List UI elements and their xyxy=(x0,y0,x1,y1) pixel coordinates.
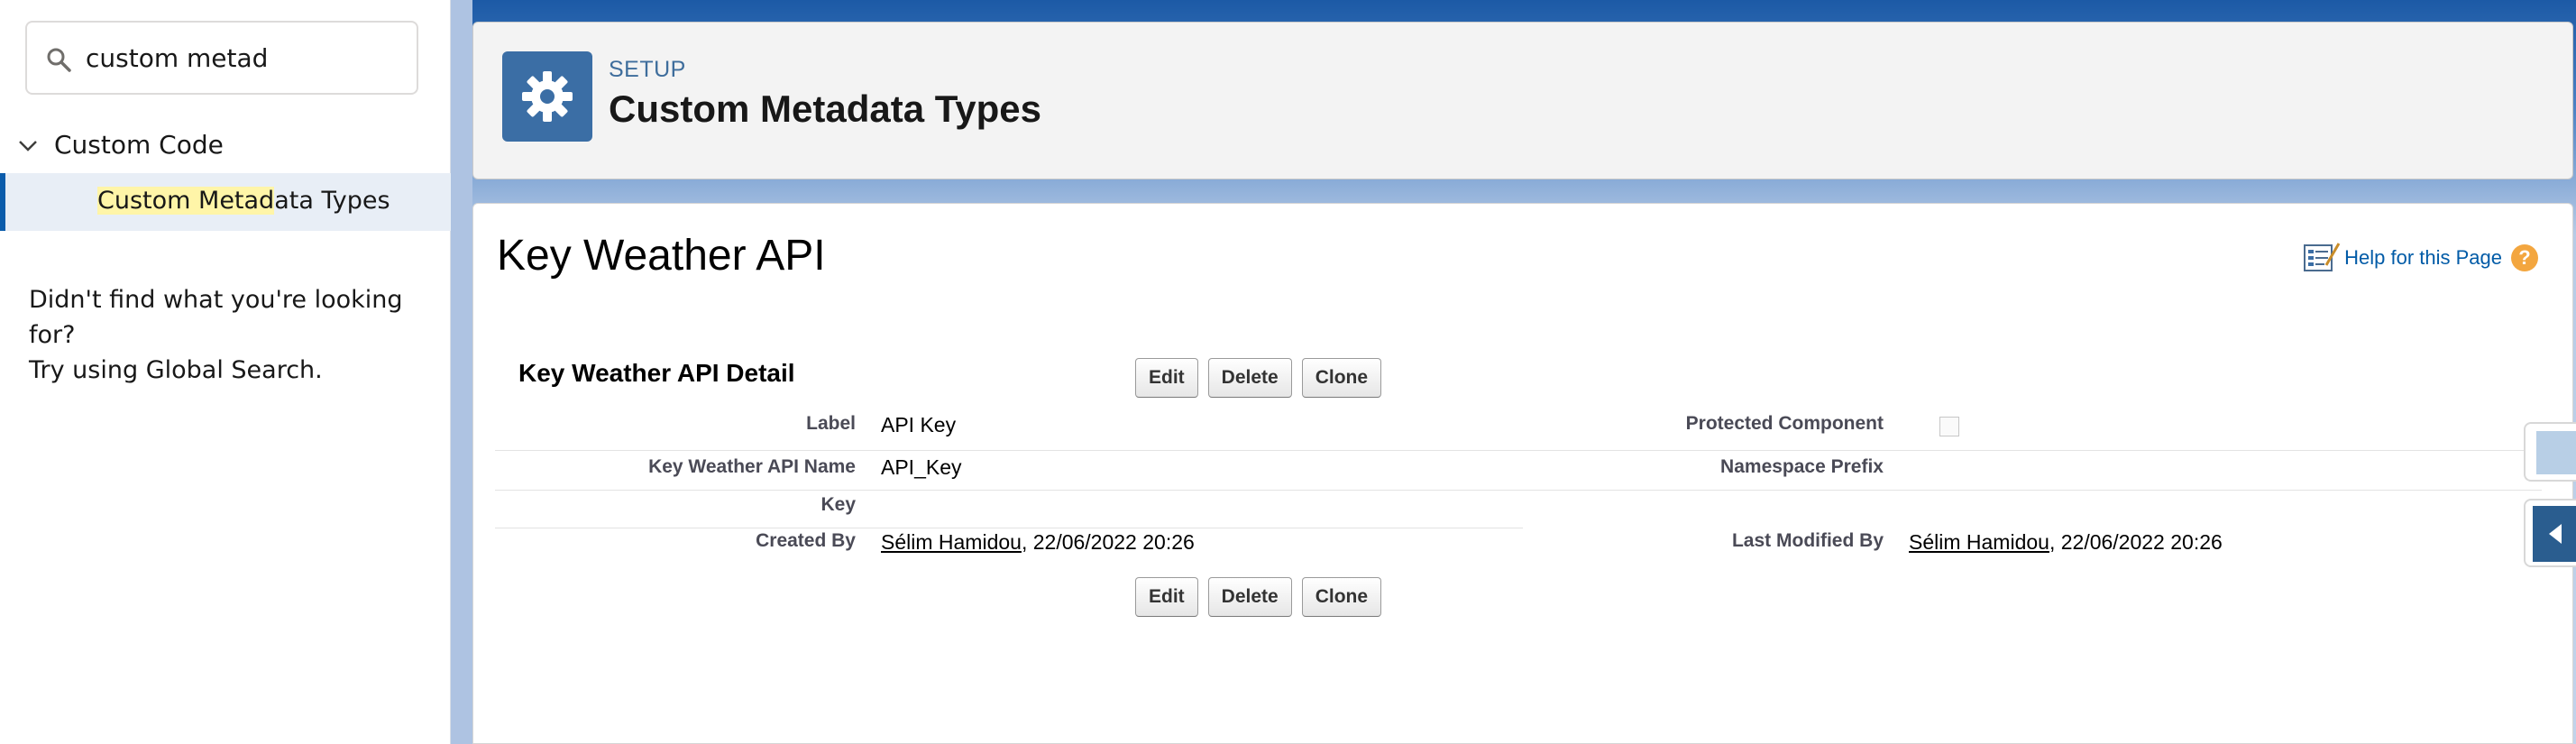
tree-item-label: Custom Code xyxy=(54,130,224,160)
field-row-api-name: Key Weather API Name API_Key Namespace P… xyxy=(495,453,2542,491)
help-link-text[interactable]: Help for this Page xyxy=(2344,246,2502,270)
not-found-line-1: Didn't find what you're looking for? xyxy=(29,286,403,349)
field-row-key: Key xyxy=(495,491,2542,528)
modified-by-date: , 22/06/2022 20:26 xyxy=(2049,530,2223,554)
api-name-field-value: API_Key xyxy=(881,455,962,479)
help-doc-icon xyxy=(2304,243,2341,271)
not-found-line-2: Try using Global Search. xyxy=(29,356,323,384)
side-panel-tab-inner xyxy=(2536,431,2576,474)
help-question-icon[interactable]: ? xyxy=(2511,244,2538,271)
collapse-panel-tab-inner xyxy=(2533,506,2576,562)
not-found-message: Didn't find what you're looking for? Try… xyxy=(29,282,450,388)
header-breadcrumb: SETUP xyxy=(609,57,686,82)
chevron-down-icon[interactable] xyxy=(18,135,38,155)
collapse-panel-tab[interactable] xyxy=(2524,499,2576,567)
field-row-created-modified: Created By Sélim Hamidou, 22/06/2022 20:… xyxy=(495,528,2542,566)
created-by-label: Created By xyxy=(756,530,856,551)
clone-button[interactable]: Clone xyxy=(1301,577,1382,617)
header-title: Custom Metadata Types xyxy=(609,87,1041,130)
tree-item-custom-metadata-types[interactable]: Custom Metadata Types xyxy=(0,173,451,231)
edit-button[interactable]: Edit xyxy=(1135,358,1198,398)
detail-section-title: Key Weather API Detail xyxy=(518,359,795,387)
tree-item-label[interactable]: Custom Metadata Types xyxy=(97,187,390,215)
search-match-highlight: Custom Metad xyxy=(97,187,275,215)
setup-sidebar: custom metad Custom Code Custom Metadata… xyxy=(0,0,451,744)
collapse-left-icon[interactable] xyxy=(2533,506,2576,562)
setup-header-icon xyxy=(502,51,592,142)
tree-item-custom-code[interactable]: Custom Code xyxy=(0,126,451,162)
tree-item-label-rest: ata Types xyxy=(274,187,390,215)
delete-button[interactable]: Delete xyxy=(1207,358,1292,398)
row-separator xyxy=(495,450,2542,451)
protected-component-checkbox xyxy=(1939,417,1959,436)
side-panel-tab[interactable] xyxy=(2524,422,2576,482)
last-modified-by-label: Last Modified By xyxy=(1731,530,1884,551)
created-by-value: Sélim Hamidou, 22/06/2022 20:26 xyxy=(881,530,1195,555)
delete-button[interactable]: Delete xyxy=(1207,577,1292,617)
page-title: Key Weather API xyxy=(497,232,826,280)
bottom-button-row: Edit Delete Clone xyxy=(1135,577,1382,617)
gear-icon xyxy=(522,71,573,122)
help-for-this-page-link[interactable]: Help for this Page ? xyxy=(2303,240,2538,276)
clone-button[interactable]: Clone xyxy=(1301,358,1382,398)
selected-indicator xyxy=(0,173,5,231)
label-field-label: Label xyxy=(806,413,856,434)
key-field-label: Key xyxy=(820,494,856,515)
namespace-prefix-label: Namespace Prefix xyxy=(1720,456,1884,477)
detail-content-card: Key Weather API Help for this Page ? Key… xyxy=(472,203,2573,744)
search-icon xyxy=(47,48,71,72)
quick-find-search[interactable]: custom metad xyxy=(25,21,418,95)
created-by-date: , 22/06/2022 20:26 xyxy=(1021,530,1195,554)
edit-button[interactable]: Edit xyxy=(1135,577,1198,617)
search-input-value[interactable]: custom metad xyxy=(86,42,268,75)
field-row-label: Label API Key Protected Component xyxy=(495,413,2542,451)
created-by-user-link[interactable]: Sélim Hamidou xyxy=(881,530,1022,554)
label-field-value: API Key xyxy=(881,413,957,436)
top-button-row: Edit Delete Clone xyxy=(1135,358,1382,398)
api-name-field-label: Key Weather API Name xyxy=(648,456,856,477)
protected-component-label: Protected Component xyxy=(1685,413,1884,434)
main-left-strip xyxy=(451,0,472,744)
page-header: SETUP Custom Metadata Types xyxy=(472,22,2573,179)
last-modified-by-value: Sélim Hamidou, 22/06/2022 20:26 xyxy=(1909,530,2223,555)
modified-by-user-link[interactable]: Sélim Hamidou xyxy=(1909,530,2049,554)
main-area: SETUP Custom Metadata Types Key Weather … xyxy=(451,0,2576,744)
